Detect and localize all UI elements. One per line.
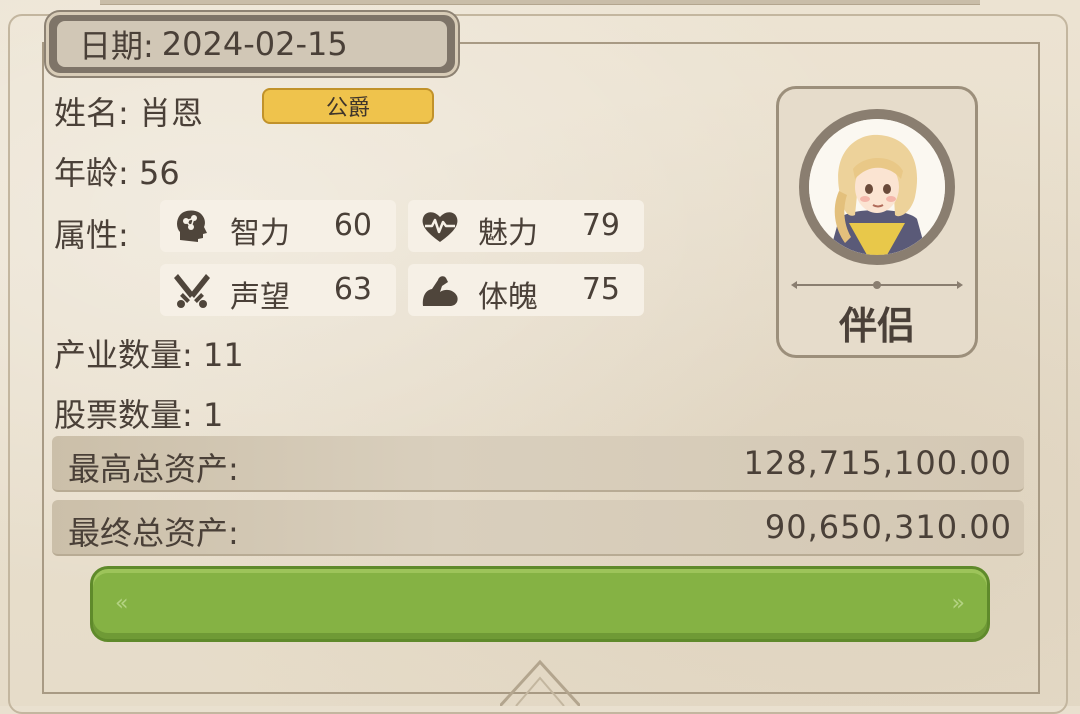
partner-portrait xyxy=(809,119,945,255)
title-badge: 公爵 xyxy=(262,88,434,124)
industry-count: 11 xyxy=(202,336,244,374)
name-row: 姓名: 肖恩 xyxy=(54,88,203,134)
attribute-value: 79 xyxy=(581,208,620,243)
character-name: 肖恩 xyxy=(138,94,203,132)
industry-label: 产业数量: xyxy=(54,336,193,374)
ornament-divider xyxy=(791,281,963,289)
age-value: 56 xyxy=(138,154,180,192)
portrait-frame xyxy=(799,109,955,265)
highest-assets-bar: 最高总资产: 128,715,100.00 xyxy=(52,436,1024,492)
attributes-label: 属性: xyxy=(54,216,129,254)
right-chevron-icon: » xyxy=(951,591,965,616)
attribute-physique: 体魄 75 xyxy=(408,264,644,316)
left-chevron-icon: « xyxy=(115,591,129,616)
age-row: 年龄: 56 xyxy=(54,148,180,194)
date-value: 2024-02-15 xyxy=(161,25,348,63)
attribute-charm: 魅力 79 xyxy=(408,200,644,252)
bottom-ornament xyxy=(500,659,580,706)
final-assets-value: 90,650,310.00 xyxy=(764,508,1012,546)
date-label: 日期: xyxy=(79,27,154,65)
highest-assets-value: 128,715,100.00 xyxy=(743,444,1012,482)
attribute-name: 体魄 xyxy=(478,280,538,315)
name-label: 姓名: xyxy=(54,94,129,132)
attribute-name: 声望 xyxy=(230,280,290,315)
stock-count: 1 xyxy=(202,396,224,434)
attribute-value: 60 xyxy=(333,208,372,243)
confirm-button[interactable]: « » xyxy=(90,566,990,642)
date-tab: 日期: 2024-02-15 xyxy=(46,12,458,76)
stock-label: 股票数量: xyxy=(54,396,193,434)
attribute-reputation: 声望 63 xyxy=(160,264,396,316)
crossed-swords-icon xyxy=(174,274,210,308)
industry-row: 产业数量: 11 xyxy=(54,330,244,376)
age-label: 年龄: xyxy=(54,154,129,192)
attribute-value: 75 xyxy=(581,272,620,307)
brain-head-icon xyxy=(177,210,207,242)
attribute-value: 63 xyxy=(333,272,372,307)
partner-label: 伴侣 xyxy=(838,304,915,348)
stock-row: 股票数量: 1 xyxy=(54,390,223,436)
final-assets-label: 最终总资产: xyxy=(68,514,239,552)
highest-assets-label: 最高总资产: xyxy=(68,450,239,488)
final-assets-bar: 最终总资产: 90,650,310.00 xyxy=(52,500,1024,556)
top-divider xyxy=(100,0,980,5)
attribute-intelligence: 智力 60 xyxy=(160,200,396,252)
partner-card[interactable]: 伴侣 xyxy=(776,86,978,358)
attribute-name: 智力 xyxy=(230,216,290,251)
flexed-arm-icon xyxy=(422,276,458,306)
attribute-name: 魅力 xyxy=(478,216,538,251)
heartbeat-icon xyxy=(422,212,458,242)
